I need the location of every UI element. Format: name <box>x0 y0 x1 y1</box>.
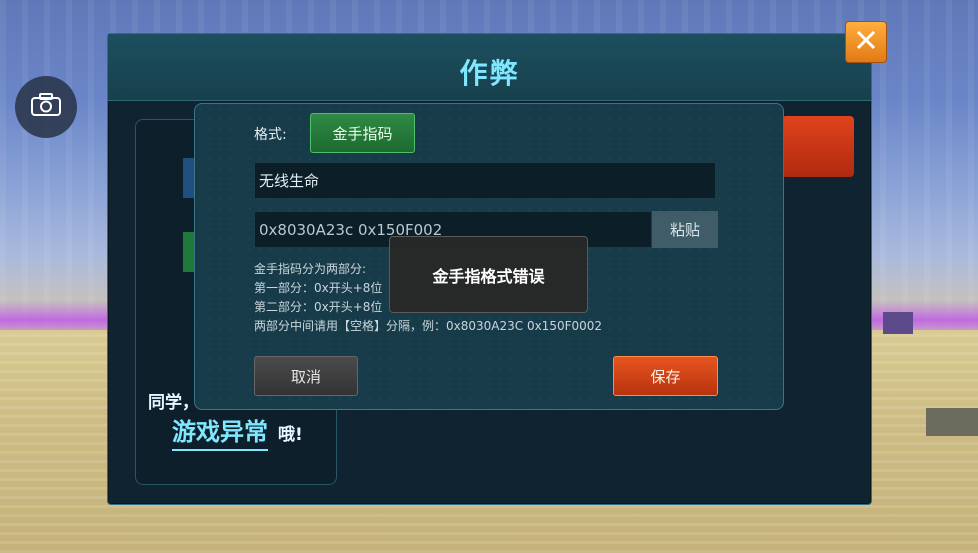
error-toast: 金手指格式错误 <box>389 236 588 313</box>
add-cheat-button[interactable] <box>782 116 854 177</box>
format-select-button[interactable]: 金手指码 <box>310 113 415 153</box>
cancel-button[interactable]: 取消 <box>254 356 358 396</box>
warning-prefix: 同学， <box>148 393 199 413</box>
close-button[interactable] <box>845 21 887 63</box>
warning-suffix: 哦! <box>278 425 303 445</box>
camera-button[interactable] <box>15 76 77 138</box>
cheat-name-field[interactable]: 无线生命 <box>254 162 716 199</box>
help-text-line: 两部分中间请用【空格】分隔，例：0x8030A23C 0x150F0002 <box>254 319 603 333</box>
close-icon <box>855 29 877 55</box>
scene-object <box>883 312 913 334</box>
format-label: 格式: <box>254 127 287 143</box>
camera-icon <box>30 93 62 121</box>
paste-button[interactable]: 粘贴 <box>652 211 718 248</box>
panel-title: 作弊 <box>459 57 520 90</box>
scene-rock <box>926 408 978 436</box>
warning-highlight: 游戏异常 <box>172 412 268 451</box>
save-button[interactable]: 保存 <box>613 356 718 396</box>
